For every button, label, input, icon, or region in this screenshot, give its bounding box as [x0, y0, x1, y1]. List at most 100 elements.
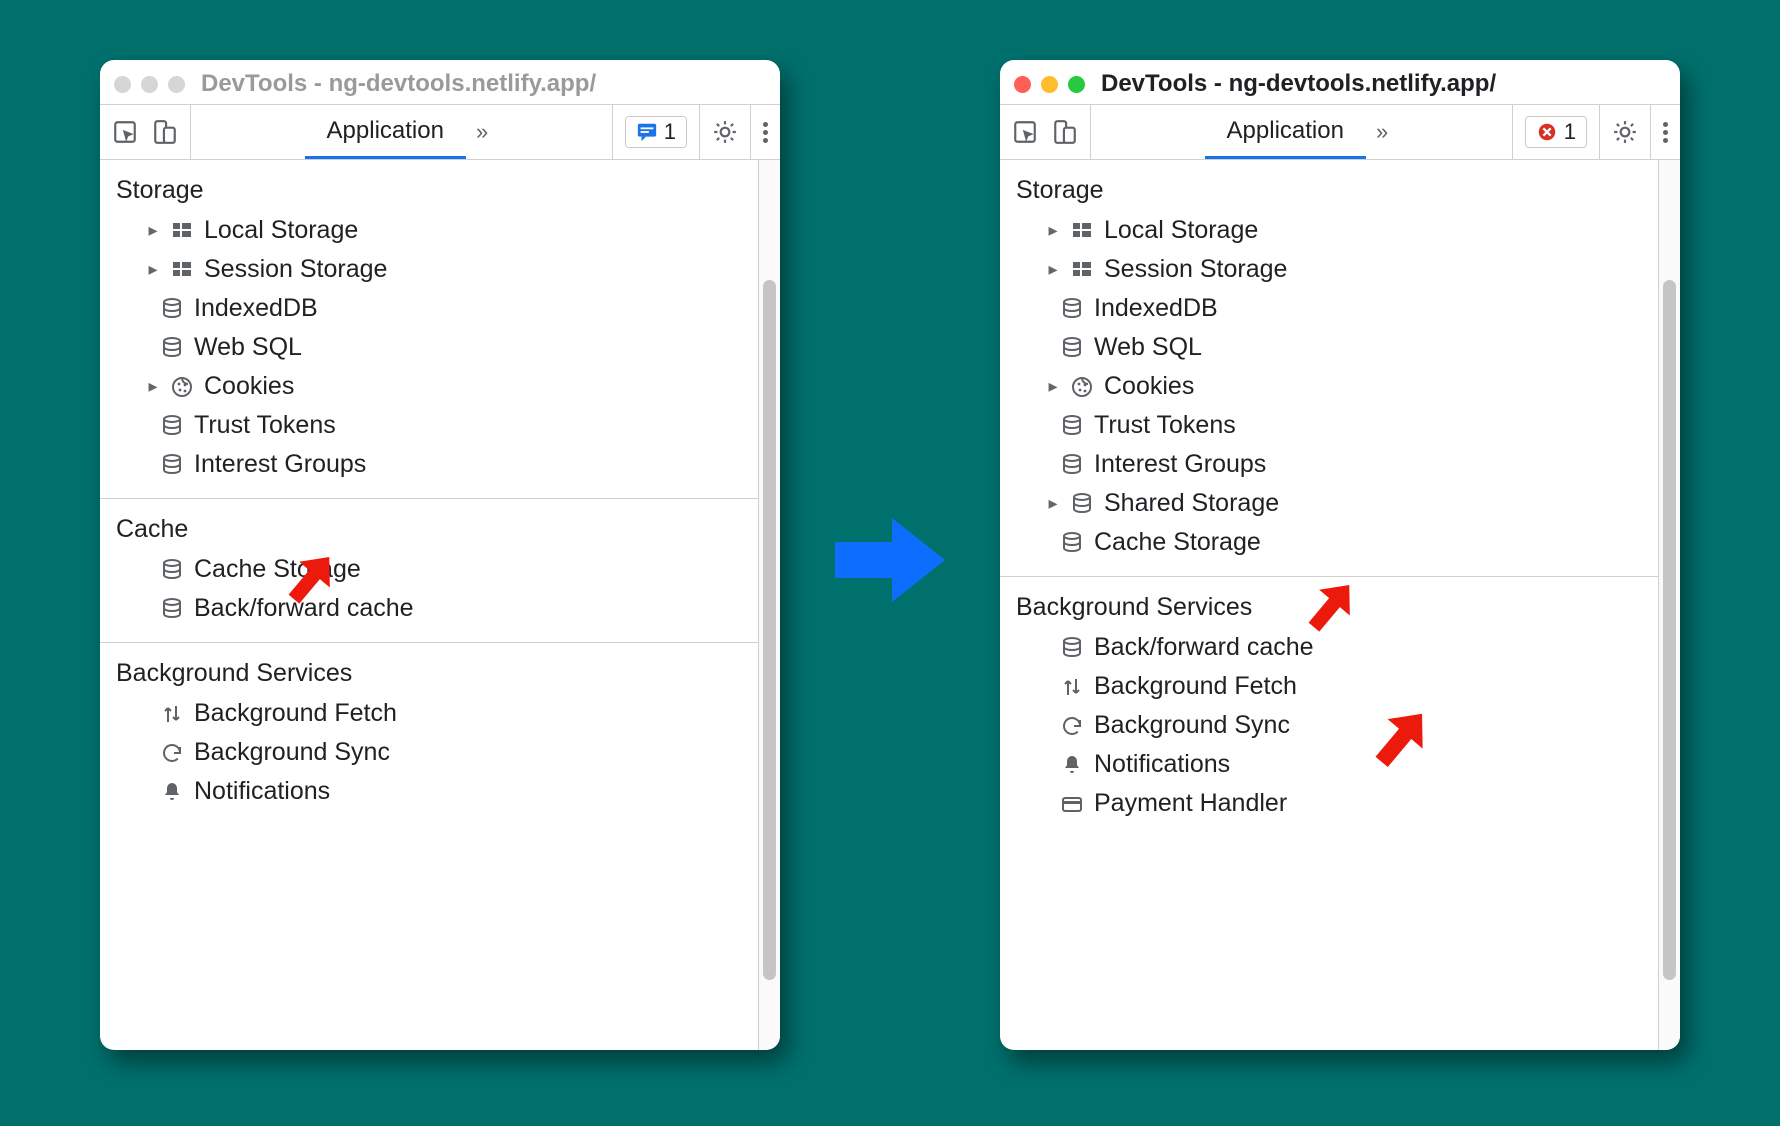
window-close-button[interactable] [114, 76, 131, 93]
tree-item-background-fetch[interactable]: Background Fetch [116, 694, 752, 733]
bell-icon [1060, 753, 1084, 777]
up-down-arrows-icon [160, 702, 184, 726]
up-down-arrows-icon [1060, 675, 1084, 699]
section-separator [100, 642, 758, 643]
tree-item-label: IndexedDB [1094, 294, 1218, 323]
tree-item-interest-groups[interactable]: Interest Groups [116, 445, 752, 484]
tree-item-indexeddb[interactable]: IndexedDB [116, 289, 752, 328]
disclosure-triangle-icon[interactable]: ▸ [1046, 493, 1060, 514]
tree-item-trust-tokens[interactable]: Trust Tokens [116, 406, 752, 445]
database-icon [1060, 414, 1084, 438]
issues-badge[interactable]: 1 [625, 116, 687, 148]
tree-item-cookies[interactable]: ▸Cookies [1016, 367, 1652, 406]
tree-item-web-sql[interactable]: Web SQL [1016, 328, 1652, 367]
tree-item-label: Trust Tokens [194, 411, 336, 440]
annotation-arrow-icon [1360, 700, 1440, 780]
section-title-storage[interactable]: Storage [116, 170, 752, 211]
tab-application[interactable]: Application [305, 105, 466, 159]
inspect-icon[interactable] [1012, 119, 1038, 145]
devtools-window-right: DevTools - ng-devtools.netlify.app/ Appl… [1000, 60, 1680, 1050]
tree-item-label: IndexedDB [194, 294, 318, 323]
tab-label: Application [327, 117, 444, 145]
section-title-cache[interactable]: Cache [116, 509, 752, 550]
scrollbar-thumb[interactable] [1663, 280, 1676, 980]
settings-gear-icon[interactable] [1612, 119, 1638, 145]
window-minimize-button[interactable] [141, 76, 158, 93]
section-title-background-services[interactable]: Background Services [116, 653, 752, 694]
tree-item-payment-handler[interactable]: Payment Handler [1016, 784, 1652, 823]
section-title-storage[interactable]: Storage [1016, 170, 1652, 211]
tab-application[interactable]: Application [1205, 105, 1366, 159]
database-icon [160, 453, 184, 477]
scrollbar-track[interactable] [758, 160, 780, 1050]
tree-item-label: Web SQL [1094, 333, 1202, 362]
more-tabs-chevron-icon[interactable]: » [1366, 119, 1398, 145]
settings-gear-icon[interactable] [712, 119, 738, 145]
tree-item-cache-storage[interactable]: Cache Storage [116, 550, 752, 589]
tree-item-background-fetch[interactable]: Background Fetch [1016, 667, 1652, 706]
error-icon [1536, 121, 1558, 143]
tree-item-trust-tokens[interactable]: Trust Tokens [1016, 406, 1652, 445]
toggle-device-icon[interactable] [1052, 119, 1078, 145]
tree-item-notifications[interactable]: Notifications [116, 772, 752, 811]
tree-item-label: Session Storage [1104, 255, 1287, 284]
tree-item-interest-groups[interactable]: Interest Groups [1016, 445, 1652, 484]
tree-item-label: Background Sync [194, 738, 390, 767]
kebab-menu-icon[interactable] [1663, 122, 1668, 143]
tree-item-session-storage[interactable]: ▸ Session Storage [1016, 250, 1652, 289]
tree-item-session-storage[interactable]: ▸ Session Storage [116, 250, 752, 289]
toggle-device-icon[interactable] [152, 119, 178, 145]
scrollbar-track[interactable] [1658, 160, 1680, 1050]
tree-item-background-sync[interactable]: Background Sync [1016, 706, 1652, 745]
tree-item-notifications[interactable]: Notifications [1016, 745, 1652, 784]
message-icon [636, 121, 658, 143]
tree-item-label: Interest Groups [1094, 450, 1266, 479]
application-sidebar-tree: Storage ▸ Local Storage ▸ Session Storage Ind… [100, 160, 758, 1050]
tree-item-back-forward-cache[interactable]: Back/forward cache [116, 589, 752, 628]
tree-item-label: Interest Groups [194, 450, 366, 479]
grid-icon [1070, 219, 1094, 243]
disclosure-triangle-icon[interactable]: ▸ [1046, 259, 1060, 280]
tree-item-label: Background Fetch [194, 699, 397, 728]
tree-item-label: Back/forward cache [1094, 633, 1314, 662]
disclosure-triangle-icon[interactable]: ▸ [1046, 220, 1060, 241]
database-icon [160, 297, 184, 321]
tree-item-label: Notifications [1094, 750, 1230, 779]
tree-item-local-storage[interactable]: ▸ Local Storage [116, 211, 752, 250]
window-close-button[interactable] [1014, 76, 1031, 93]
tree-item-web-sql[interactable]: Web SQL [116, 328, 752, 367]
database-icon [1060, 297, 1084, 321]
window-minimize-button[interactable] [1041, 76, 1058, 93]
disclosure-triangle-icon[interactable]: ▸ [1046, 376, 1060, 397]
tree-item-shared-storage[interactable]: ▸Shared Storage [1016, 484, 1652, 523]
window-title: DevTools - ng-devtools.netlify.app/ [201, 70, 596, 98]
cookie-icon [1070, 375, 1094, 399]
devtools-toolbar: Application » 1 [1000, 104, 1680, 160]
issues-count: 1 [664, 119, 676, 145]
tree-item-label: Payment Handler [1094, 789, 1287, 818]
disclosure-triangle-icon[interactable]: ▸ [146, 220, 160, 241]
tree-item-label: Local Storage [204, 216, 358, 245]
tree-item-cookies[interactable]: ▸Cookies [116, 367, 752, 406]
tree-item-cache-storage[interactable]: Cache Storage [1016, 523, 1652, 562]
inspect-icon[interactable] [112, 119, 138, 145]
tree-item-indexeddb[interactable]: IndexedDB [1016, 289, 1652, 328]
disclosure-triangle-icon[interactable]: ▸ [146, 259, 160, 280]
tree-item-label: Session Storage [204, 255, 387, 284]
credit-card-icon [1060, 792, 1084, 816]
more-tabs-chevron-icon[interactable]: » [466, 119, 498, 145]
cookie-icon [170, 375, 194, 399]
devtools-window-left: DevTools - ng-devtools.netlify.app/ Appl… [100, 60, 780, 1050]
tree-item-background-sync[interactable]: Background Sync [116, 733, 752, 772]
errors-badge[interactable]: 1 [1525, 116, 1587, 148]
database-icon [1070, 492, 1094, 516]
window-maximize-button[interactable] [1068, 76, 1085, 93]
tree-item-local-storage[interactable]: ▸Local Storage [1016, 211, 1652, 250]
sync-icon [1060, 714, 1084, 738]
scrollbar-thumb[interactable] [763, 280, 776, 980]
window-maximize-button[interactable] [168, 76, 185, 93]
kebab-menu-icon[interactable] [763, 122, 768, 143]
tab-label: Application [1227, 117, 1344, 145]
devtools-toolbar: Application » 1 [100, 104, 780, 160]
disclosure-triangle-icon[interactable]: ▸ [146, 376, 160, 397]
